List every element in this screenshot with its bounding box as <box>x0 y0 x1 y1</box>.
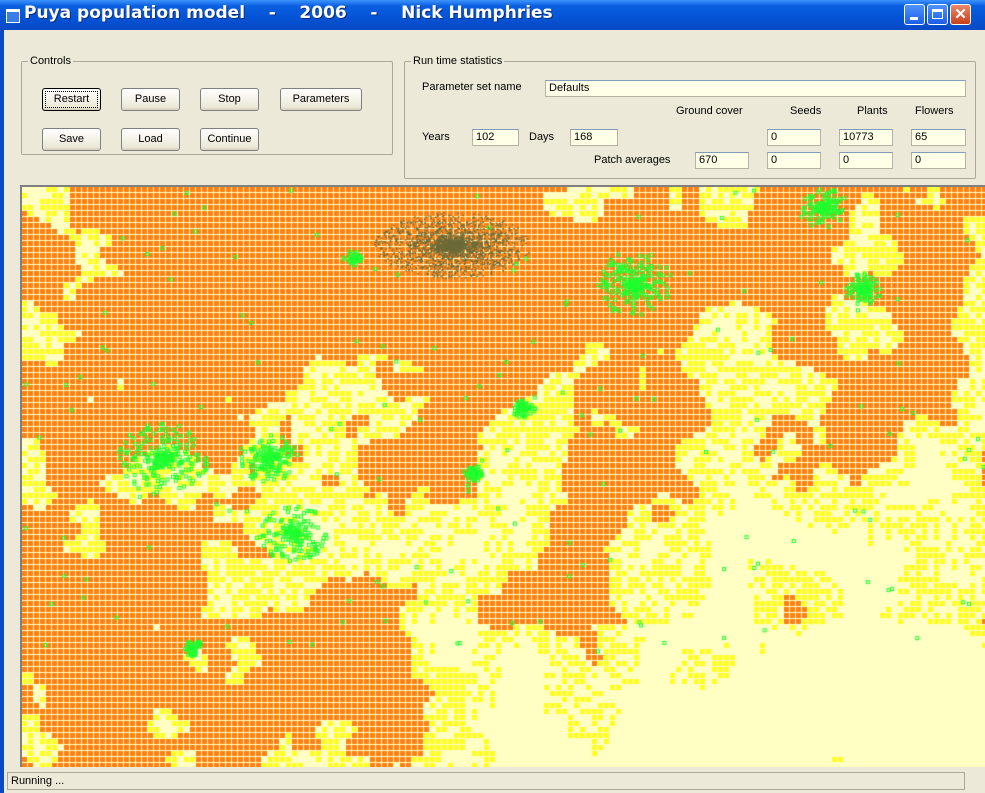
flowers-header: Flowers <box>915 105 954 117</box>
ground-cover-header: Ground cover <box>676 105 743 117</box>
pause-button[interactable]: Pause <box>121 88 180 111</box>
minimize-icon <box>910 17 918 20</box>
close-icon: ✕ <box>954 6 967 23</box>
plants-total-field[interactable]: 10773 <box>839 129 893 146</box>
load-button[interactable]: Load <box>121 128 180 151</box>
patch-seeds-field[interactable]: 0 <box>767 152 821 169</box>
controls-legend: Controls <box>30 55 71 67</box>
parameters-button[interactable]: Parameters <box>280 88 362 111</box>
title-bar[interactable]: Puya population model - 2006 - Nick Hump… <box>0 0 985 30</box>
years-label: Years <box>422 131 450 143</box>
save-button[interactable]: Save <box>42 128 101 151</box>
population-map <box>22 187 985 767</box>
controls-group: Controls Restart Pause Stop Parameters S… <box>21 55 393 155</box>
run-time-statistics-group: Run time statistics Parameter set name D… <box>404 55 976 179</box>
parameter-set-label: Parameter set name <box>422 81 522 93</box>
stats-legend: Run time statistics <box>413 55 503 67</box>
flowers-total-field[interactable]: 65 <box>911 129 966 146</box>
seeds-header: Seeds <box>790 105 822 117</box>
simulation-view[interactable] <box>20 185 985 767</box>
seeds-total-field[interactable]: 0 <box>767 129 821 146</box>
close-button[interactable]: ✕ <box>950 4 971 25</box>
days-field[interactable]: 168 <box>570 129 618 146</box>
stop-button[interactable]: Stop <box>200 88 259 111</box>
patch-averages-label: Patch averages <box>594 154 671 166</box>
minimize-button[interactable] <box>904 4 925 25</box>
window-title: Puya population model - 2006 - Nick Hump… <box>24 3 553 23</box>
status-bar: Running ... <box>7 772 965 790</box>
patch-flowers-field[interactable]: 0 <box>911 152 966 169</box>
parameter-set-field[interactable]: Defaults <box>545 80 966 97</box>
app-icon <box>6 9 20 23</box>
window-frame <box>0 30 4 793</box>
patch-plants-field[interactable]: 0 <box>839 152 893 169</box>
maximize-icon <box>932 9 943 19</box>
maximize-button[interactable] <box>927 4 948 25</box>
restart-button[interactable]: Restart <box>42 88 101 111</box>
years-field[interactable]: 102 <box>472 129 519 146</box>
days-label: Days <box>529 131 555 143</box>
plants-header: Plants <box>857 105 888 117</box>
continue-button[interactable]: Continue <box>200 128 259 151</box>
patch-ground-cover-field[interactable]: 670 <box>695 152 749 169</box>
